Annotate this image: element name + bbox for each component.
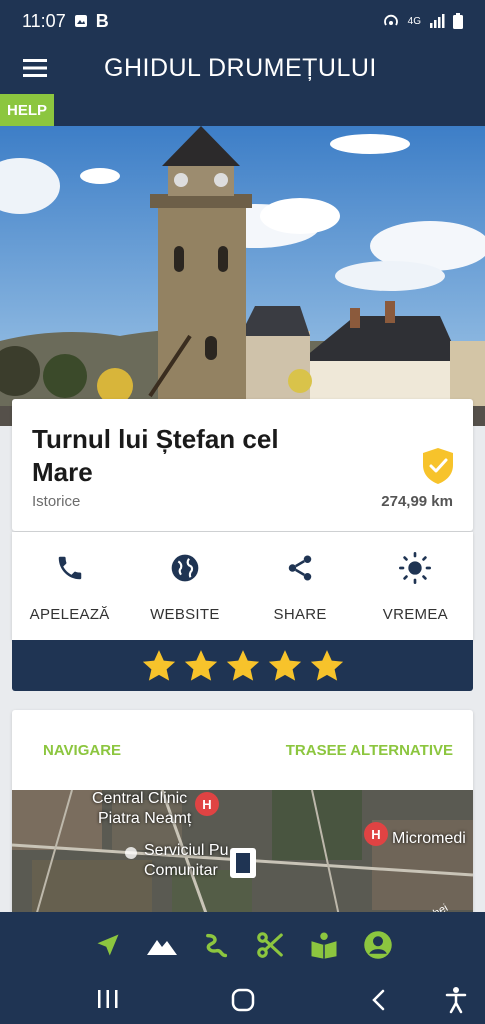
- rating-bar: [12, 640, 473, 691]
- map-label: Micromedi: [392, 830, 466, 847]
- help-button[interactable]: HELP: [0, 94, 54, 126]
- mountain-icon: [146, 940, 177, 955]
- network-type: 4G: [407, 15, 421, 27]
- app-title: GHIDUL DRUMEȚULUI: [104, 53, 377, 82]
- status-bar: 11:07 B 4G: [0, 0, 485, 42]
- profile-icon: [363, 931, 392, 959]
- tab-mountains[interactable]: [146, 929, 178, 961]
- book-icon: [311, 932, 336, 959]
- map-label: Central Clinic: [92, 790, 188, 807]
- status-time: 11:07: [22, 10, 66, 31]
- sun-icon: [399, 552, 432, 584]
- star-icon[interactable]: [140, 647, 178, 685]
- star-icon[interactable]: [182, 647, 220, 685]
- bottom-tab-bar: [0, 912, 485, 978]
- map-label: Serviciul Pu: [144, 842, 229, 859]
- tab-trails[interactable]: [200, 929, 232, 961]
- home-icon: [231, 988, 255, 1012]
- globe-icon: [171, 554, 199, 582]
- app-subbar: [0, 94, 485, 126]
- recent-apps-icon: [98, 990, 118, 1008]
- tab-navigation[interactable]: [92, 929, 124, 961]
- accessibility-icon: [445, 987, 467, 1014]
- satellite-map: H H: [12, 790, 473, 930]
- phone-icon: [58, 556, 81, 580]
- star-icon[interactable]: [266, 647, 304, 685]
- hero-image: [0, 126, 485, 426]
- accessibility-button[interactable]: [444, 986, 468, 1014]
- hotspot-icon: [383, 14, 398, 26]
- system-nav-bar: [0, 978, 485, 1024]
- b-app-icon: B: [95, 10, 109, 31]
- hamburger-icon: [23, 59, 47, 77]
- place-name: Turnul lui Ștefan cel Mare: [32, 424, 279, 487]
- signal-icon: [430, 14, 445, 28]
- back-icon: [372, 989, 385, 1011]
- place-category: Istorice: [32, 493, 81, 510]
- star-icon[interactable]: [308, 647, 346, 685]
- website-button[interactable]: WEBSITE: [127, 532, 242, 640]
- tab-tools[interactable]: [254, 929, 286, 961]
- navigation-card: NAVIGARE TRASEE ALTERNATIVE H H Central …: [12, 710, 473, 930]
- home-button[interactable]: [230, 988, 256, 1012]
- gallery-icon: [74, 15, 87, 27]
- tab-profile[interactable]: [362, 929, 394, 961]
- back-button[interactable]: [368, 988, 388, 1012]
- call-button[interactable]: APELEAZĂ: [12, 532, 127, 640]
- navigate-link[interactable]: NAVIGARE: [43, 742, 121, 759]
- website-label: WEBSITE: [150, 606, 220, 623]
- place-info-card: Turnul lui Ștefan cel Mare Istorice 274,…: [12, 399, 473, 531]
- call-label: APELEAZĂ: [29, 606, 110, 623]
- map-view[interactable]: H H Central Clinic Piatra Neamț Serviciu…: [12, 790, 473, 930]
- share-label: SHARE: [273, 606, 327, 623]
- weather-label: VREMEA: [382, 606, 448, 623]
- star-icon[interactable]: [224, 647, 262, 685]
- trail-icon: [205, 933, 227, 958]
- share-button[interactable]: SHARE: [243, 532, 358, 640]
- tab-guide[interactable]: [308, 929, 340, 961]
- app-bar: GHIDUL DRUMEȚULUI: [0, 42, 485, 94]
- tower-illustration: [0, 126, 485, 426]
- svg-text:H: H: [371, 827, 380, 842]
- actions-card: APELEAZĂ WEBSITE SHARE VREMEA: [12, 532, 473, 640]
- tools-icon: [256, 932, 283, 958]
- recent-apps-button[interactable]: [96, 988, 120, 1010]
- place-distance: 274,99 km: [381, 493, 453, 510]
- battery-icon: [453, 13, 463, 29]
- share-icon: [288, 555, 312, 581]
- alternative-routes-link[interactable]: TRASEE ALTERNATIVE: [286, 742, 453, 759]
- map-label: Piatra Neamț: [98, 810, 192, 827]
- menu-button[interactable]: [0, 42, 70, 94]
- svg-text:H: H: [202, 797, 211, 812]
- navigation-arrow-icon: [97, 934, 118, 956]
- weather-button[interactable]: VREMEA: [358, 532, 473, 640]
- verified-shield-icon: [423, 448, 453, 484]
- map-label: Comunitar: [144, 862, 218, 879]
